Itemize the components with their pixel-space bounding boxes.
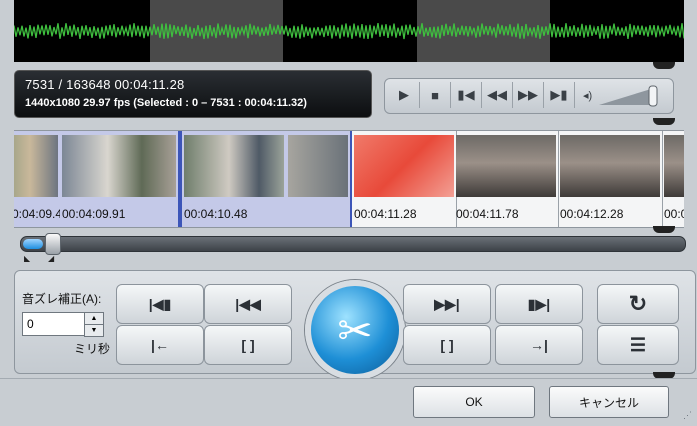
range-end-bracket-icon: [ ] <box>440 337 454 353</box>
frame-timecode: 00:04:11.28 <box>354 207 417 221</box>
in-point-marker-icon: ◣ <box>24 254 31 263</box>
out-point-marker-icon: ◢ <box>48 254 55 263</box>
frame-timecode: 00:04:10.48 <box>184 207 248 221</box>
fast-forward-button[interactable]: ▶▶ <box>513 82 544 108</box>
frame-timecode: 00:04:11.78 <box>456 207 519 221</box>
set-out-icon: →| <box>530 337 548 353</box>
cancel-button[interactable]: キャンセル <box>549 386 669 418</box>
step-back-icon: ▮◀ <box>457 87 475 102</box>
position-slider[interactable] <box>20 236 686 252</box>
panel-collapse-tab[interactable] <box>653 118 675 125</box>
set-in-point-button[interactable]: |← <box>116 325 204 365</box>
cut-button[interactable]: ✂ <box>305 280 405 380</box>
step-forward-button[interactable]: ▶▮ <box>544 82 575 108</box>
video-format-readout: 1440x1080 29.97 fps (Selected : 0 – 7531… <box>25 97 307 109</box>
film-frame[interactable]: 00:0 <box>662 131 684 227</box>
edit-list-button[interactable]: ☰ <box>597 325 679 365</box>
jump-forward-icon: ▶▶| <box>434 295 460 312</box>
audio-sync-label: 音ズレ補正(A): <box>22 292 102 306</box>
set-out-point-button[interactable]: →| <box>495 325 583 365</box>
go-to-start-mark-button[interactable]: |◀▮ <box>116 284 204 324</box>
set-in-icon: |← <box>151 337 169 353</box>
go-to-end-mark-button[interactable]: ▮▶| <box>495 284 583 324</box>
frame-thumbnail <box>664 135 684 197</box>
panel-collapse-tab[interactable] <box>653 62 675 69</box>
resize-grip-icon[interactable]: ⋰ <box>683 410 692 421</box>
play-icon: ▶ <box>399 87 409 102</box>
undo-button[interactable]: ↻ <box>597 284 679 324</box>
frame-timecode: 00:0 <box>664 207 684 221</box>
frame-thumbnail <box>354 135 454 197</box>
select-range-button[interactable]: [ ] <box>204 325 292 365</box>
transport-controls: ▶ ■ ▮◀ ◀◀ ▶▶ ▶▮ ◂) <box>384 78 674 114</box>
frame-thumbnail <box>14 135 58 197</box>
range-bracket-icon: [ ] <box>241 337 255 353</box>
step-forward-icon: ▶▮ <box>550 87 568 102</box>
time-info-display: 7531 / 163648 00:04:11.28 1440x1080 29.9… <box>14 70 372 118</box>
ok-button[interactable]: OK <box>413 386 535 418</box>
stop-icon: ■ <box>431 87 439 103</box>
refresh-icon: ↻ <box>628 291 648 316</box>
frame-timecode: 00:04:09.91 <box>62 207 126 221</box>
frame-thumbnail <box>560 135 660 197</box>
range-end-button[interactable]: [ ] <box>403 325 491 365</box>
rewind-button[interactable]: ◀◀ <box>482 82 513 108</box>
film-frame[interactable] <box>286 131 351 227</box>
position-slider-thumb[interactable] <box>45 233 61 255</box>
audio-sync-unit: ミリ秒 <box>74 342 111 356</box>
rewind-icon: ◀◀ <box>487 87 507 102</box>
frame-timecode: 00:04:12.28 <box>560 207 624 221</box>
frame-thumbnail <box>288 135 348 197</box>
audio-waveform[interactable] <box>14 0 684 62</box>
waveform-graph <box>14 22 684 40</box>
jump-forward-button[interactable]: ▶▶| <box>403 284 491 324</box>
frame-thumbnail <box>184 135 284 197</box>
audio-sync-spinner[interactable]: ▲ ▼ <box>22 312 104 337</box>
mark-step-forward-icon: ▮▶| <box>527 295 551 312</box>
scissors-icon: ✂ <box>337 306 373 354</box>
film-frame[interactable]: 00:04:12.28 <box>558 131 663 227</box>
mark-step-back-icon: |◀▮ <box>148 295 172 312</box>
volume-icon: ◂) <box>583 90 593 102</box>
frame-thumbnail <box>62 135 176 197</box>
film-frame-current[interactable]: 00:04:11.28 <box>350 131 457 227</box>
film-frame[interactable]: 0:04:09.48 <box>14 131 69 227</box>
film-frame[interactable]: 00:04:10.48 <box>182 131 287 227</box>
spin-down-button[interactable]: ▼ <box>84 324 104 337</box>
fast-forward-icon: ▶▶ <box>518 87 538 102</box>
filmstrip[interactable]: 0:04:09.48 00:04:09.91 00:04:10.48 00:04… <box>14 130 684 228</box>
play-button[interactable]: ▶ <box>389 82 420 108</box>
frame-time-readout: 7531 / 163648 00:04:11.28 <box>25 77 185 92</box>
volume-slider[interactable] <box>599 85 659 107</box>
panel-collapse-tab[interactable] <box>653 226 675 233</box>
jump-back-icon: |◀◀ <box>235 295 261 312</box>
stop-button[interactable]: ■ <box>420 82 451 108</box>
frame-thumbnail <box>456 135 556 197</box>
position-slider-fill <box>23 239 43 249</box>
audio-sync-input[interactable] <box>22 312 86 336</box>
film-frame[interactable]: 00:04:09.91 <box>60 131 179 227</box>
list-edit-icon: ☰ <box>629 334 647 355</box>
film-frame[interactable]: 00:04:11.78 <box>454 131 559 227</box>
step-back-button[interactable]: ▮◀ <box>451 82 482 108</box>
jump-back-button[interactable]: |◀◀ <box>204 284 292 324</box>
